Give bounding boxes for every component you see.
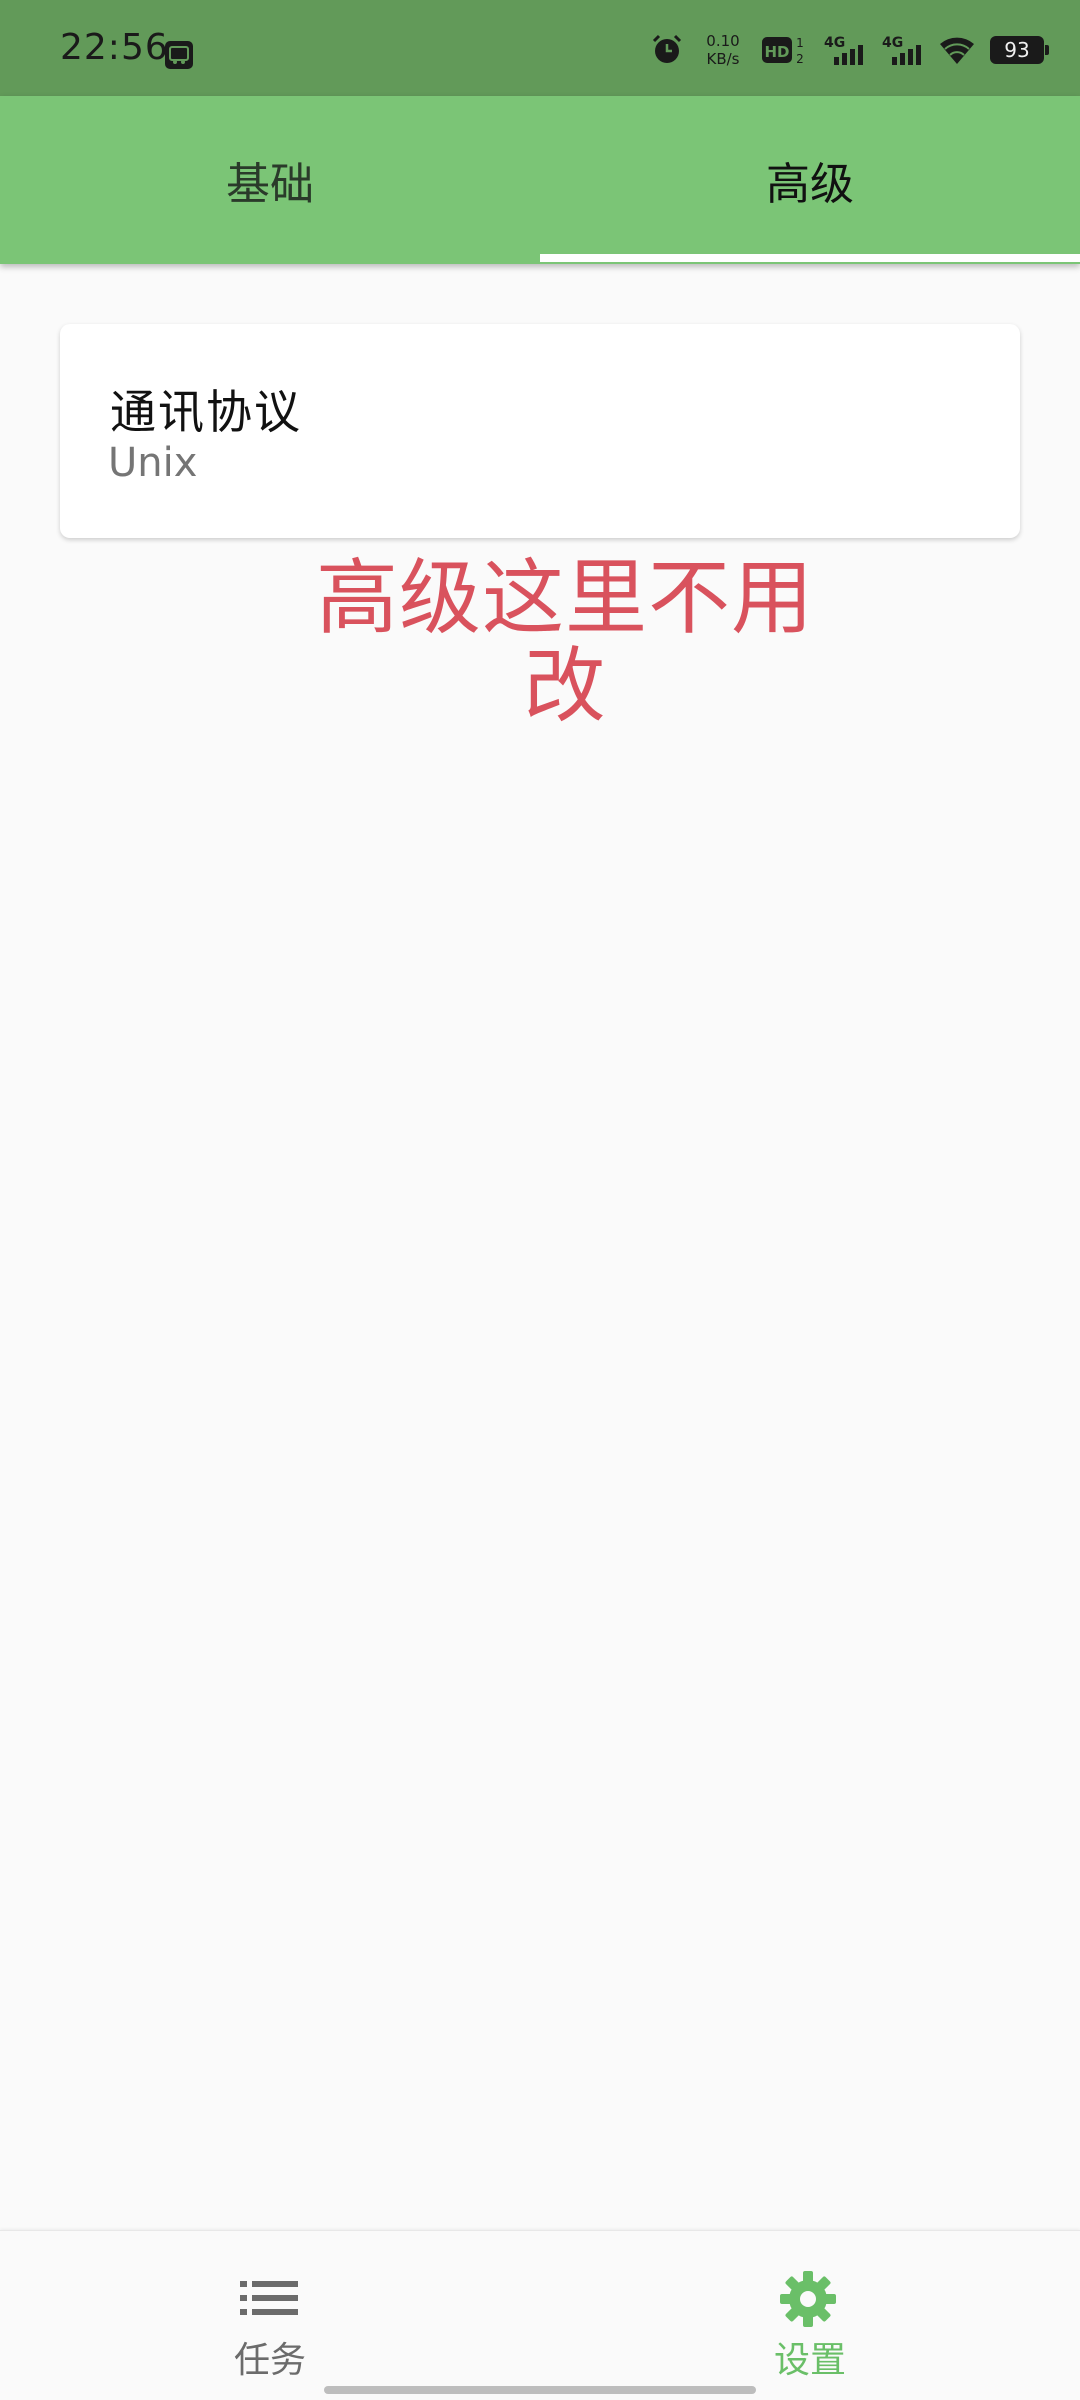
screen: 22:56 0.10 KB/s HD 1 2 4G 4G 93 基础 高级 通讯… xyxy=(0,0,1080,2400)
signal-2-label: 4G xyxy=(882,35,903,51)
signal-1-icon: 4G xyxy=(824,35,863,65)
annotation-line-1: 高级这里不用 xyxy=(315,551,814,646)
tab-bar: 基础 高级 xyxy=(0,96,1080,264)
signal-1-label: 4G xyxy=(824,35,845,51)
nav-item-settings[interactable]: 设置 xyxy=(540,2231,1080,2400)
hd-sub-top: 1 xyxy=(796,36,804,50)
red-annotation: 高级这里不用 改 xyxy=(290,555,840,731)
gear-icon xyxy=(780,2271,836,2327)
nav-label-settings: 设置 xyxy=(773,2340,846,2381)
list-icon xyxy=(240,2281,298,2315)
alarm-icon xyxy=(652,34,682,63)
network-speed-unit: KB/s xyxy=(706,50,740,68)
bottom-navigation: 任务 设置 xyxy=(0,2230,1080,2400)
wifi-icon xyxy=(940,37,974,64)
tab-advanced[interactable]: 高级 xyxy=(540,96,1080,264)
setting-value: Unix xyxy=(108,440,198,486)
hd-label: HD xyxy=(764,43,789,61)
hd-sub-bottom: 2 xyxy=(796,52,804,66)
nav-item-tasks[interactable]: 任务 xyxy=(0,2231,540,2400)
protocol-setting-card[interactable]: 通讯协议 Unix xyxy=(60,324,1020,538)
status-bar: 22:56 0.10 KB/s HD 1 2 4G 4G 93 xyxy=(0,0,1080,96)
tab-basic[interactable]: 基础 xyxy=(0,96,540,264)
network-speed: 0.10 KB/s xyxy=(698,32,748,68)
signal-2-icon: 4G xyxy=(882,35,921,65)
status-icons: 0.10 KB/s HD 1 2 4G 4G 93 xyxy=(650,30,1049,70)
tab-indicator xyxy=(540,254,1080,262)
hd-voice-icon: HD 1 2 xyxy=(762,36,804,66)
network-speed-value: 0.10 xyxy=(706,32,740,50)
notification-app-icon xyxy=(165,41,193,69)
annotation-line-2: 改 xyxy=(523,639,607,734)
home-indicator[interactable] xyxy=(324,2386,756,2394)
nav-label-tasks: 任务 xyxy=(233,2340,306,2381)
setting-title: 通讯协议 xyxy=(110,385,302,439)
status-time: 22:56 xyxy=(60,27,169,68)
battery-indicator: 93 xyxy=(990,36,1049,64)
